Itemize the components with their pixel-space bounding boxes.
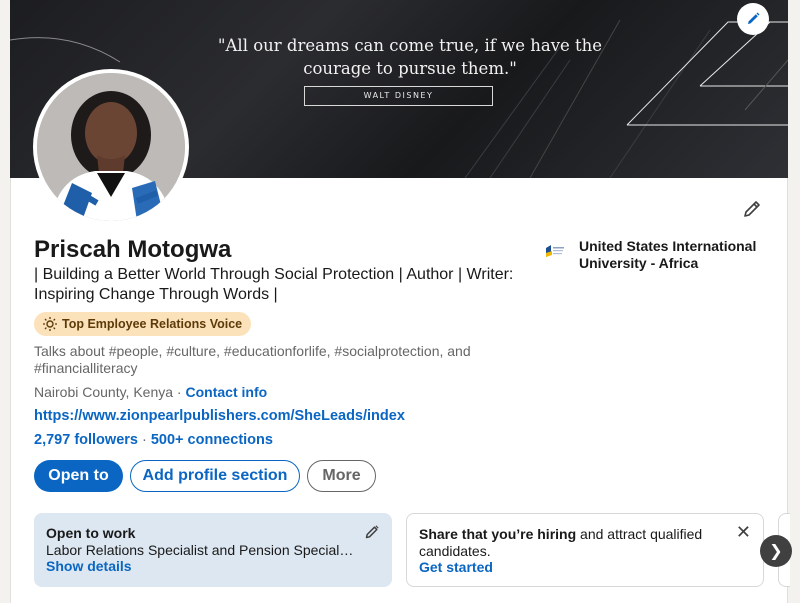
avatar-image [37, 73, 185, 221]
location-text: Nairobi County, Kenya [34, 384, 174, 400]
connections-link[interactable]: 500+ connections [151, 432, 273, 448]
banner-quote-author: WALT DISNEY [304, 86, 493, 106]
profile-photo[interactable] [33, 69, 189, 225]
show-details-link[interactable]: Show details [46, 558, 380, 575]
talks-about: Talks about #people, #culture, #educatio… [34, 343, 471, 376]
university-name: United States International University -… [579, 238, 757, 271]
edit-open-to-work-button[interactable] [364, 524, 380, 544]
sun-icon [43, 317, 57, 331]
location-separator: · [173, 384, 186, 400]
profile-headline: | Building a Better World Through Social… [34, 266, 514, 303]
add-profile-section-button[interactable]: Add profile section [130, 460, 300, 492]
edit-banner-button[interactable] [737, 3, 769, 35]
university-logo-icon [543, 240, 567, 264]
website-link[interactable]: https://www.zionpearlpublishers.com/SheL… [34, 408, 405, 424]
education-link[interactable]: United States International University -… [543, 238, 773, 272]
followers-link[interactable]: 2,797 followers [34, 432, 138, 448]
hiring-title: Share that you’re hiring [419, 526, 577, 542]
profile-name: Priscah Motogwa [34, 236, 232, 263]
pencil-icon [365, 525, 379, 539]
open-to-work-card[interactable]: Open to work Labor Relations Specialist … [34, 513, 392, 587]
close-icon[interactable]: ✕ [736, 523, 751, 540]
top-voice-badge[interactable]: Top Employee Relations Voice [34, 312, 252, 336]
pencil-icon [748, 12, 760, 24]
network-stats: 2,797 followers · 500+ connections [34, 432, 273, 448]
open-to-work-roles: Labor Relations Specialist and Pension S… [46, 541, 356, 558]
edit-profile-button[interactable] [738, 195, 766, 223]
stats-separator: · [137, 432, 151, 448]
hiring-text: Share that you’re hiring and attract qua… [419, 526, 751, 559]
carousel-next-button[interactable]: ❯ [760, 535, 792, 567]
pencil-icon [744, 201, 760, 217]
location-line: Nairobi County, Kenya · Contact info [34, 384, 267, 400]
banner-quote: "All our dreams can come true, if we hav… [217, 36, 603, 78]
contact-info-link[interactable]: Contact info [186, 384, 268, 400]
hiring-card[interactable]: Share that you’re hiring and attract qua… [406, 513, 764, 587]
open-to-button[interactable]: Open to [34, 460, 123, 492]
get-started-link[interactable]: Get started [419, 559, 751, 576]
more-button[interactable]: More [307, 460, 376, 492]
open-to-work-title: Open to work [46, 525, 136, 541]
badge-label: Top Employee Relations Voice [62, 317, 243, 331]
